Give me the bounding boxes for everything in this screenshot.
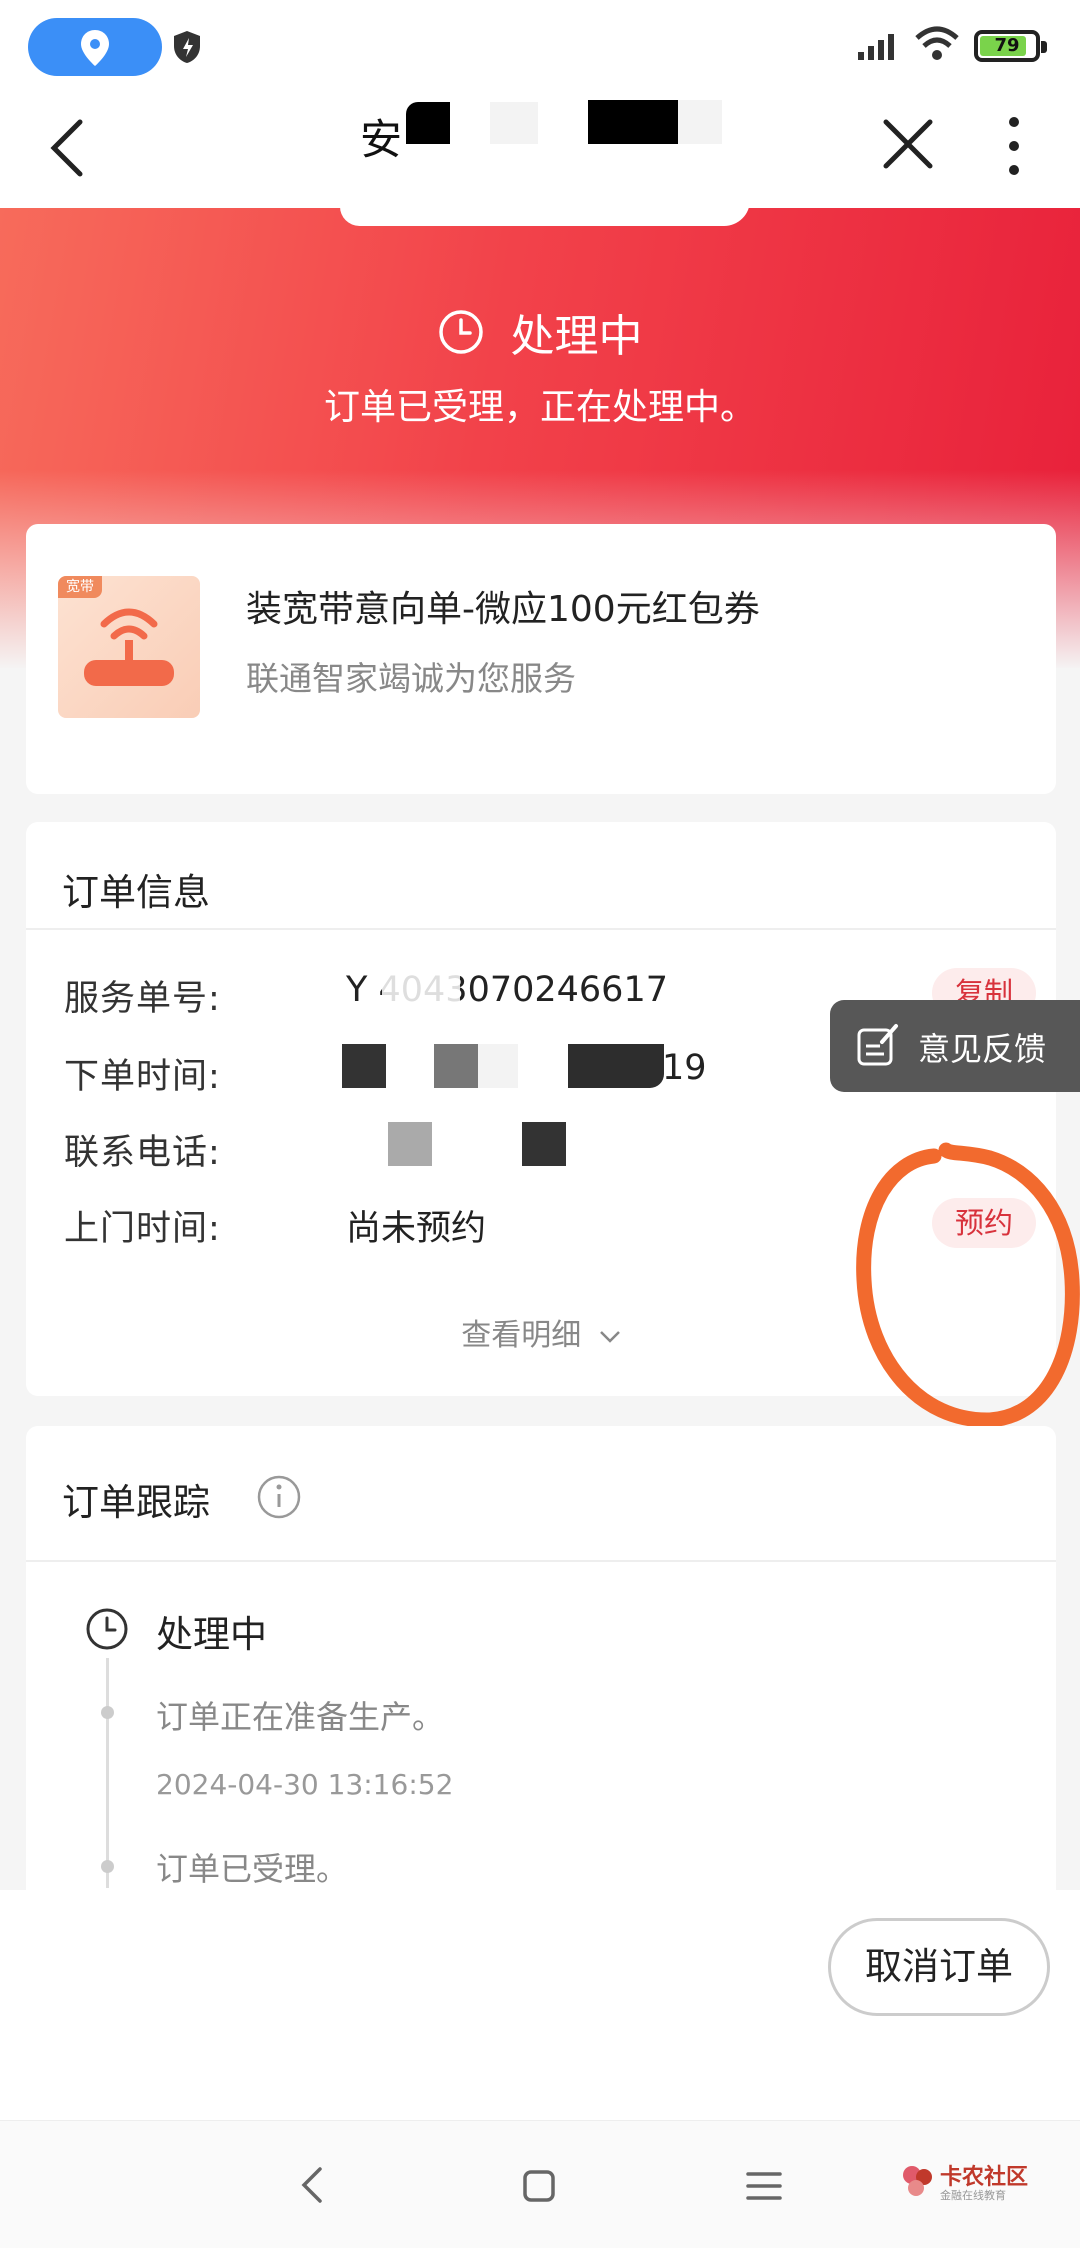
nav-back-icon[interactable] bbox=[300, 2165, 324, 2205]
status-description: 订单已受理，正在处理中。 bbox=[323, 387, 756, 428]
page-title: 安 bbox=[360, 96, 740, 164]
divider bbox=[26, 1560, 1056, 1562]
redaction-block bbox=[568, 1044, 664, 1088]
status-title: 处理中 bbox=[510, 311, 643, 362]
status-bar: 79 bbox=[0, 0, 1080, 86]
hero-tab bbox=[340, 200, 750, 226]
visit-time-value: 尚未预约 bbox=[346, 1209, 487, 1249]
edit-note-icon bbox=[857, 1024, 898, 1066]
view-details-label: 查看明细 bbox=[461, 1318, 582, 1353]
order-info-title: 订单信息 bbox=[62, 871, 210, 914]
product-thumbnail: 宽带 bbox=[58, 576, 200, 718]
back-arrow-icon[interactable] bbox=[40, 112, 100, 184]
watermark-logo-icon bbox=[903, 2166, 932, 2196]
order-time-value: 19 bbox=[662, 1048, 707, 1088]
timeline-event-text: 订单已受理。 bbox=[156, 1850, 349, 1888]
redaction-block bbox=[678, 100, 722, 144]
clock-icon bbox=[86, 1608, 128, 1650]
battery-indicator: 79 bbox=[974, 30, 1047, 62]
timeline-event-text: 订单正在准备生产。 bbox=[156, 1698, 445, 1736]
redaction-block bbox=[406, 102, 450, 144]
close-icon[interactable] bbox=[880, 116, 936, 172]
product-name: 装宽带意向单-微应100元红包券 bbox=[246, 589, 760, 630]
bottom-action-bar: 取消订单 bbox=[0, 1890, 1080, 2120]
more-options-icon[interactable] bbox=[1000, 114, 1028, 178]
nav-menu-icon[interactable] bbox=[746, 2171, 782, 2201]
info-label: 上门时间: bbox=[64, 1209, 221, 1249]
location-pill[interactable] bbox=[28, 18, 162, 76]
info-icon[interactable] bbox=[256, 1474, 302, 1520]
watermark-subtext: 金融在线教育 bbox=[940, 2189, 1006, 2202]
redaction-block bbox=[490, 102, 538, 144]
battery-level: 79 bbox=[994, 35, 1020, 56]
page-title-text: 安 bbox=[360, 115, 403, 164]
shield-icon bbox=[174, 31, 200, 63]
redaction-block bbox=[522, 1122, 566, 1166]
feedback-label: 意见反馈 bbox=[918, 1030, 1047, 1068]
system-nav-bar: 卡农社区 金融在线教育 bbox=[0, 2120, 1080, 2248]
timeline-current-status: 处理中 bbox=[156, 1613, 267, 1656]
divider bbox=[26, 928, 1056, 930]
nav-home-icon[interactable] bbox=[522, 2169, 556, 2203]
redaction-block bbox=[382, 970, 460, 1014]
redaction-block bbox=[588, 100, 678, 144]
redaction-block bbox=[388, 1122, 432, 1166]
watermark: 卡农社区 金融在线教育 bbox=[900, 2159, 1070, 2209]
order-tracking-title: 订单跟踪 bbox=[62, 1481, 210, 1524]
location-pin-icon bbox=[81, 30, 109, 66]
redaction-block bbox=[478, 1044, 518, 1088]
clock-icon bbox=[439, 310, 484, 354]
status-heading: 处理中 bbox=[0, 300, 1080, 364]
timeline-event-time: 2024-04-30 13:16:52 bbox=[156, 1768, 454, 1801]
product-tag: 宽带 bbox=[58, 576, 102, 598]
chevron-down-icon bbox=[599, 1330, 620, 1343]
redaction-block bbox=[342, 1044, 386, 1088]
wifi-icon bbox=[915, 26, 959, 60]
annotation-circle bbox=[856, 1142, 1080, 1428]
signal-icon bbox=[858, 34, 894, 60]
timeline-dot bbox=[101, 1860, 114, 1873]
product-card[interactable]: 宽带 装宽带意向单-微应100元红包券 联通智家竭诚为您服务 bbox=[26, 524, 1056, 794]
info-label: 联系电话: bbox=[64, 1133, 221, 1173]
info-label: 服务单号: bbox=[64, 979, 221, 1019]
timeline-dot bbox=[101, 1706, 114, 1719]
app-header: 安 bbox=[0, 86, 1080, 208]
order-tracking-card: 订单跟踪 处理中 订单正在准备生产。 2024-04-30 13:16:52 订… bbox=[26, 1426, 1056, 1896]
feedback-button[interactable]: 意见反馈 bbox=[830, 1000, 1080, 1092]
redaction-block bbox=[434, 1044, 478, 1088]
timeline-line bbox=[106, 1658, 109, 1888]
cancel-order-button[interactable]: 取消订单 bbox=[828, 1918, 1050, 2016]
info-label: 下单时间: bbox=[64, 1057, 221, 1097]
product-subtitle: 联通智家竭诚为您服务 bbox=[246, 659, 576, 698]
